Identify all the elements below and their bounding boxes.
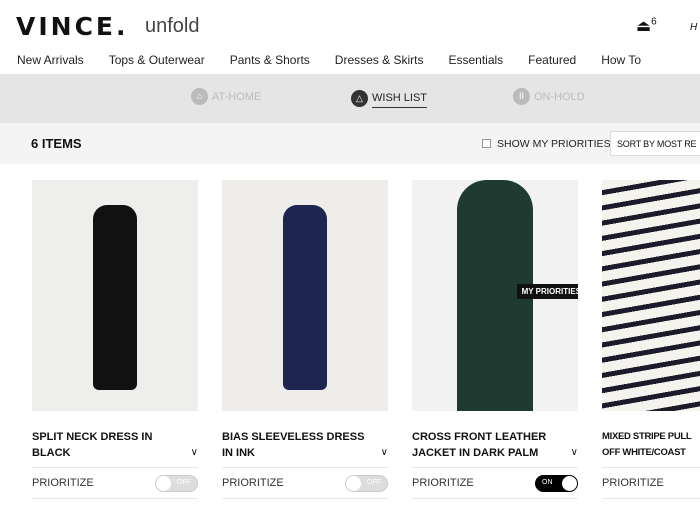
show-priorities-checkbox[interactable] xyxy=(482,139,491,148)
product-card: BIAS SLEEVELESS DRESS IN INK ∨ PRIORITIZE… xyxy=(222,180,388,499)
site-header: VINCE. unfold ⏏6 H New Arrivals Tops & O… xyxy=(0,0,700,74)
product-card: MIXED STRIPE PULL OFF WHITE/COAST PRIORI… xyxy=(602,180,700,499)
prioritize-toggle[interactable]: OFF xyxy=(155,475,198,492)
home-icon: ⌂ xyxy=(191,88,208,105)
tab-label: AT-HOME xyxy=(212,90,262,103)
sort-select[interactable]: SORT BY MOST RE xyxy=(610,131,700,156)
prioritize-toggle[interactable]: ON xyxy=(535,475,578,492)
chevron-down-icon[interactable]: ∨ xyxy=(571,445,578,461)
product-figure xyxy=(283,205,327,390)
toggle-state: OFF xyxy=(367,479,381,486)
logo-subtitle: unfold xyxy=(145,15,200,37)
product-title-text: MIXED STRIPE PULL OFF WHITE/COAST xyxy=(602,431,692,458)
chevron-down-icon[interactable]: ∨ xyxy=(191,445,198,461)
tab-on-hold[interactable]: II ON-HOLD xyxy=(513,88,585,105)
toggle-knob xyxy=(156,476,171,491)
product-title[interactable]: BIAS SLEEVELESS DRESS IN INK ∨ xyxy=(222,429,388,461)
prioritize-label: PRIORITIZE xyxy=(222,477,284,489)
wishlist-count: 6 xyxy=(651,16,657,28)
prioritize-toggle[interactable]: OFF xyxy=(345,475,388,492)
prioritize-row: PRIORITIZE ON xyxy=(412,467,578,499)
chevron-down-icon[interactable]: ∨ xyxy=(381,445,388,461)
product-title-text: CROSS FRONT LEATHER JACKET IN DARK PALM xyxy=(412,431,547,459)
product-figure xyxy=(93,205,137,390)
pause-icon: II xyxy=(513,88,530,105)
toggle-state: ON xyxy=(542,479,553,486)
nav-how-to[interactable]: How To xyxy=(601,53,641,67)
my-priorities-badge: MY PRIORITIES xyxy=(516,284,578,299)
nav-tops-outerwear[interactable]: Tops & Outerwear xyxy=(109,53,205,67)
tab-wish-list[interactable]: △ WISH LIST xyxy=(351,88,428,108)
show-priorities-label[interactable]: SHOW MY PRIORITIES xyxy=(497,138,611,150)
product-title[interactable]: MIXED STRIPE PULL OFF WHITE/COAST xyxy=(602,429,700,461)
product-title-text: BIAS SLEEVELESS DRESS IN INK xyxy=(222,431,365,459)
header-link-cut[interactable]: H xyxy=(690,22,697,33)
nav-new-arrivals[interactable]: New Arrivals xyxy=(17,53,84,67)
prioritize-label: PRIORITIZE xyxy=(32,477,94,489)
product-title[interactable]: CROSS FRONT LEATHER JACKET IN DARK PALM ∨ xyxy=(412,429,578,461)
prioritize-row: PRIORITIZE xyxy=(602,467,700,499)
product-image[interactable] xyxy=(222,180,388,411)
toggle-state: OFF xyxy=(177,479,191,486)
wishlist-hanger-icon[interactable]: ⏏6 xyxy=(636,16,657,36)
hanger-icon: △ xyxy=(351,89,368,107)
main-nav: New Arrivals Tops & Outerwear Pants & Sh… xyxy=(17,53,641,67)
nav-dresses-skirts[interactable]: Dresses & Skirts xyxy=(335,53,424,67)
prioritize-label: PRIORITIZE xyxy=(412,477,474,489)
prioritize-label: PRIORITIZE xyxy=(602,477,664,489)
nav-essentials[interactable]: Essentials xyxy=(448,53,503,67)
tab-label: ON-HOLD xyxy=(534,90,585,103)
tab-label: WISH LIST xyxy=(372,92,428,108)
toggle-knob xyxy=(562,476,577,491)
product-figure xyxy=(602,180,700,411)
product-card: SPLIT NECK DRESS IN BLACK ∨ PRIORITIZE OFF xyxy=(32,180,198,499)
prioritize-row: PRIORITIZE OFF xyxy=(222,467,388,499)
product-card: MY PRIORITIES CROSS FRONT LEATHER JACKET… xyxy=(412,180,578,499)
product-image[interactable] xyxy=(602,180,700,411)
logo[interactable]: VINCE. xyxy=(16,12,129,41)
list-toolbar: 6 ITEMS SHOW MY PRIORITIES SORT BY MOST … xyxy=(0,123,700,164)
product-title[interactable]: SPLIT NECK DRESS IN BLACK ∨ xyxy=(32,429,198,461)
product-image[interactable] xyxy=(32,180,198,411)
product-image[interactable]: MY PRIORITIES xyxy=(412,180,578,411)
item-count: 6 ITEMS xyxy=(31,136,82,151)
tab-at-home[interactable]: ⌂ AT-HOME xyxy=(191,88,261,105)
product-title-text: SPLIT NECK DRESS IN BLACK xyxy=(32,431,153,459)
prioritize-row: PRIORITIZE OFF xyxy=(32,467,198,499)
nav-featured[interactable]: Featured xyxy=(528,53,576,67)
toggle-knob xyxy=(346,476,361,491)
nav-pants-shorts[interactable]: Pants & Shorts xyxy=(230,53,310,67)
subnav: ⌂ AT-HOME △ WISH LIST II ON-HOLD xyxy=(0,74,700,123)
